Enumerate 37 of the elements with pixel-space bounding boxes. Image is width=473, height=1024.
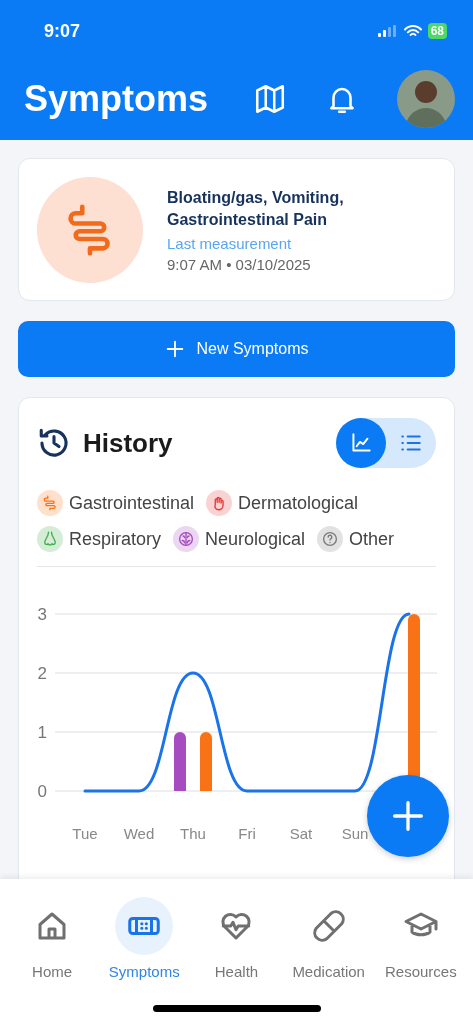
axis-tick-label: Sun [341,825,369,842]
axis-tick-label: 3 [37,605,47,624]
legend-label: Other [349,528,395,550]
wifi-icon [403,24,422,38]
legend-label: Dermatological [238,492,359,514]
legend-label: Neurological [205,528,306,550]
legend-label: Respiratory [69,528,162,550]
bar [174,732,186,791]
battery-indicator: 68 [427,23,447,39]
history-icon [37,426,71,460]
avatar[interactable] [397,70,455,128]
signal-icon [377,25,398,37]
section-title: History [83,427,174,459]
nav-tab[interactable]: Medication [284,897,373,1024]
new-symptoms-button[interactable]: New Symptoms [18,321,455,377]
axis-tick-label: Thu [180,825,206,842]
symptom-names: Bloating/gas, Vomiting, Gastrointestinal Pain [167,187,345,230]
map-icon[interactable] [253,82,287,116]
axis-tick-label: 2 [37,664,47,683]
axis-tick-label: Fri [238,825,256,842]
chart-view-button[interactable] [336,418,386,468]
pill-icon [310,908,347,944]
nav-tab[interactable]: Home [8,897,97,1024]
status-time: 9:07 [44,20,81,42]
axis-tick-label: 1 [37,723,47,742]
nav-tab[interactable]: Health [192,897,281,1024]
axis-tick-label: Tue [72,825,98,842]
page-title: Symptoms [24,78,210,120]
axis-tick-label: Sat [289,825,313,842]
measurement-timestamp: 9:07 AM • 03/10/2025 [167,255,312,273]
axis-tick-label: 0 [37,782,47,801]
bar [200,732,212,791]
nav-tab[interactable]: Resources [376,897,465,1024]
measurement-caption: Last measurement [167,234,293,252]
legend-label: Gastrointestinal [69,492,195,514]
axis-tick-label: Wed [123,825,155,842]
nav-tab[interactable]: Symptoms [100,897,189,1024]
